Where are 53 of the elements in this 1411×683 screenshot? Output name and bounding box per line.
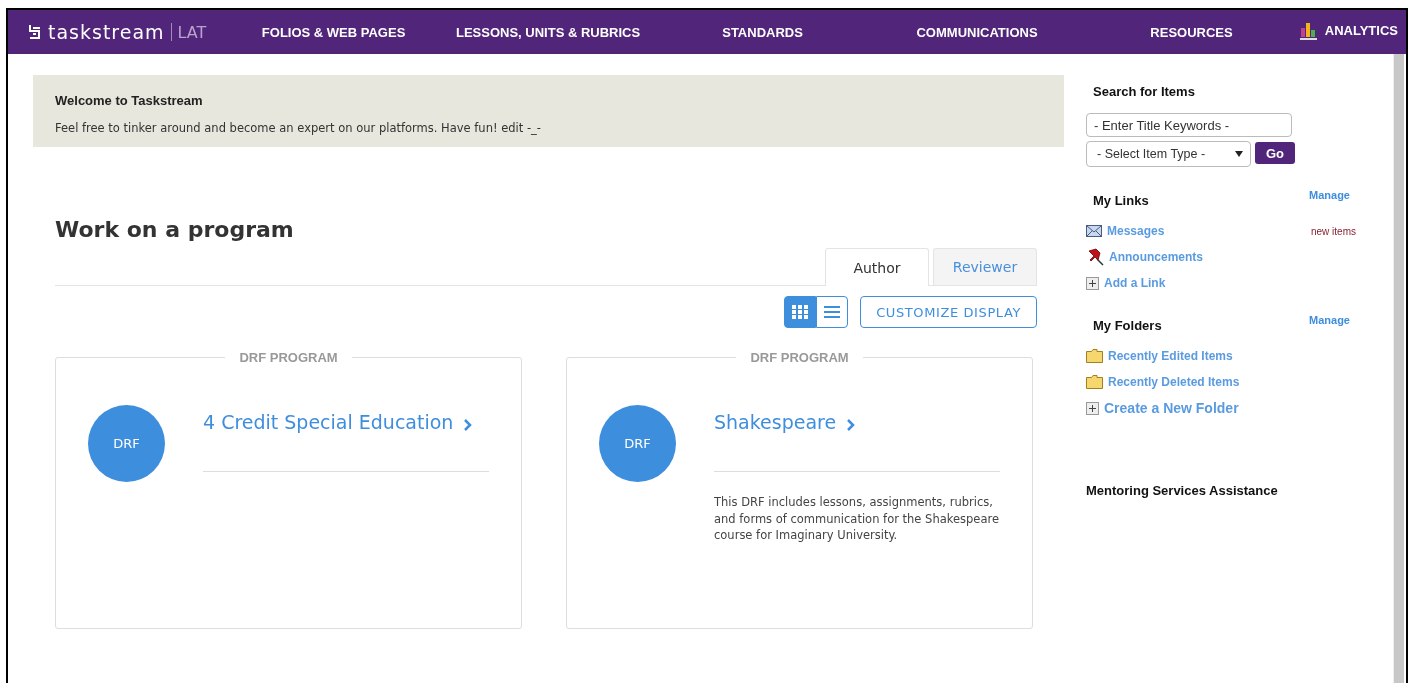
sidebar-link[interactable]: Announcements [1109,250,1203,264]
nav-link[interactable]: COMMUNICATIONS [869,24,1085,40]
bar-chart-icon [1298,20,1319,40]
nav-link[interactable]: FOLIOS & WEB PAGES [226,24,441,40]
section-title: Mentoring Services Assistance [1086,483,1279,498]
chevron-right-icon[interactable] [846,417,857,432]
product-name: LAT [177,22,207,42]
sidebar-link[interactable]: Recently Edited Items [1108,349,1233,363]
program-link[interactable]: 4 Credit Special Education [203,411,454,433]
section-title: My Links [1093,193,1149,208]
sidebar-link[interactable]: Create a New Folder [1104,400,1239,416]
manage-link[interactable]: Manage [1309,189,1350,201]
list-view-button[interactable] [816,296,849,328]
scrollbar[interactable] [1393,54,1404,683]
sidebar-link[interactable]: Recently Deleted Items [1108,375,1240,389]
go-button[interactable]: Go [1255,142,1296,164]
page-heading: Work on a program [55,217,295,242]
banner-text: Feel free to tinker around and become an expert on our platforms. Have fun! edit -_- [55,121,542,135]
new-items-note: new items [1311,225,1356,237]
list-icon [824,305,841,319]
program-description: This DRF includes lessons, assignments, rubrics, and forms of communication for the Shakespeare course for Imaginary University. [714,494,1000,544]
logo-text[interactable]: taskstream [48,21,165,43]
sidebar-link[interactable]: Messages [1107,224,1165,238]
section-title: My Folders [1093,318,1162,333]
nav-link[interactable]: LESSONS, UNITS & RUBRICS [440,24,656,40]
program-badge: DRF [599,405,676,482]
chevron-right-icon[interactable] [463,417,474,432]
keyword-field[interactable]: - Enter Title Keywords - [1086,113,1292,137]
folder-icon [1086,375,1103,389]
nav-link[interactable]: RESOURCES [1084,24,1299,40]
plus-icon [1086,276,1099,290]
manage-link[interactable]: Manage [1309,314,1350,326]
folder-icon [1086,349,1103,363]
grid-view-button[interactable] [784,296,817,328]
banner-title: Welcome to Taskstream [55,93,204,108]
tab[interactable]: Reviewer [933,248,1037,285]
card-label: DRF PROGRAM [238,350,339,365]
program-link[interactable]: Shakespeare [714,411,837,433]
logo-icon [28,24,42,40]
program-badge: DRF [88,405,165,482]
pushpin-icon [1086,248,1104,266]
section-title: Search for Items [1093,84,1196,99]
item-type-dropdown[interactable]: - Select Item Type - [1086,141,1251,167]
customize-display-button[interactable]: CUSTOMIZE DISPLAY [860,296,1037,328]
dropdown-arrow-icon [1235,151,1243,157]
grid-icon [792,305,809,319]
nav-link[interactable]: STANDARDS [655,24,870,40]
plus-icon [1086,401,1099,415]
tab[interactable]: Author [825,248,929,286]
sidebar-link[interactable]: Add a Link [1104,276,1166,290]
card-label: DRF PROGRAM [749,350,850,365]
nav-link[interactable]: ANALYTICS [1298,20,1398,40]
envelope-icon [1086,225,1102,237]
